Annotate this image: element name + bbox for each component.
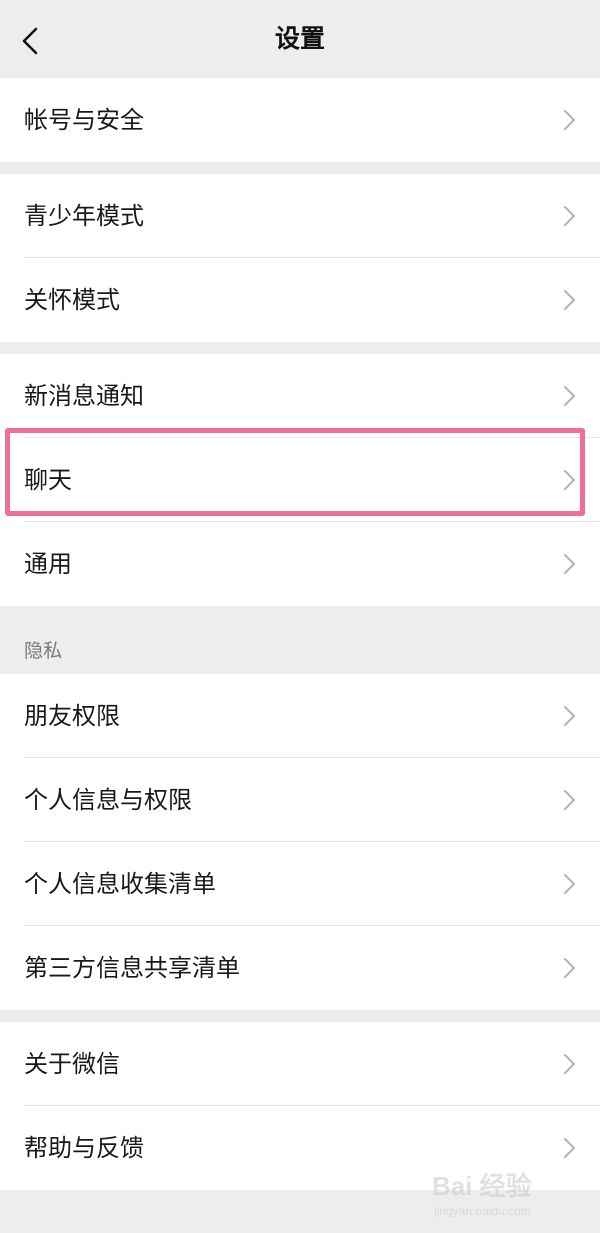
settings-item-label: 朋友权限 — [24, 702, 120, 730]
settings-item-label: 第三方信息共享清单 — [24, 954, 240, 982]
settings-item-label: 通用 — [24, 550, 72, 578]
settings-group-account: 帐号与安全 — [0, 78, 600, 162]
settings-item-personal-info-permissions[interactable]: 个人信息与权限 — [0, 758, 600, 842]
chevron-right-icon — [564, 790, 575, 810]
settings-item-label: 关怀模式 — [24, 286, 120, 314]
chevron-left-icon[interactable] — [14, 24, 48, 58]
settings-item-label: 聊天 — [24, 466, 72, 494]
settings-item-account-security[interactable]: 帐号与安全 — [0, 78, 600, 162]
settings-item-friend-permissions[interactable]: 朋友权限 — [0, 674, 600, 758]
chevron-right-icon — [564, 1054, 575, 1074]
chevron-right-icon — [564, 110, 575, 130]
settings-item-teen-mode[interactable]: 青少年模式 — [0, 174, 600, 258]
watermark-url: jingyan.baidu.com — [433, 1204, 531, 1218]
chevron-right-icon — [564, 386, 575, 406]
chevron-right-icon — [564, 706, 575, 726]
chevron-right-icon — [564, 470, 575, 490]
settings-item-general[interactable]: 通用 — [0, 522, 600, 606]
page-title: 设置 — [274, 24, 325, 53]
settings-item-care-mode[interactable]: 关怀模式 — [0, 258, 600, 342]
settings-group-modes: 青少年模式 关怀模式 — [0, 174, 600, 342]
chevron-right-icon — [564, 958, 575, 978]
chevron-right-icon — [564, 206, 575, 226]
section-label-privacy: 隐私 — [24, 640, 63, 662]
watermark-brand: Bai 经验 — [432, 1171, 532, 1201]
chevron-right-icon — [564, 554, 575, 574]
settings-item-label: 青少年模式 — [24, 202, 144, 230]
settings-item-personal-info-collection-list[interactable]: 个人信息收集清单 — [0, 842, 600, 926]
settings-item-label: 帐号与安全 — [24, 106, 144, 134]
settings-group-general: 新消息通知 聊天 通用 — [0, 354, 600, 606]
chevron-right-icon — [564, 1138, 575, 1158]
settings-item-about-wechat[interactable]: 关于微信 — [0, 1022, 600, 1106]
nav-bar: 设置 — [0, 0, 600, 78]
settings-item-new-message-notifications[interactable]: 新消息通知 — [0, 354, 600, 438]
chevron-right-icon — [564, 290, 575, 310]
baidu-jingyan-watermark: Bai 经验 jingyan.baidu.com — [432, 1171, 532, 1218]
settings-item-label: 帮助与反馈 — [24, 1134, 144, 1162]
settings-item-chat[interactable]: 聊天 — [0, 438, 600, 522]
chevron-right-icon — [564, 874, 575, 894]
settings-item-third-party-sharing-list[interactable]: 第三方信息共享清单 — [0, 926, 600, 1010]
settings-group-privacy: 朋友权限 个人信息与权限 个人信息收集清单 第三方信息共享清单 — [0, 674, 600, 1010]
settings-item-label: 关于微信 — [24, 1050, 120, 1078]
settings-item-label: 新消息通知 — [24, 382, 144, 410]
settings-item-label: 个人信息收集清单 — [24, 870, 216, 898]
settings-item-label: 个人信息与权限 — [24, 786, 192, 814]
